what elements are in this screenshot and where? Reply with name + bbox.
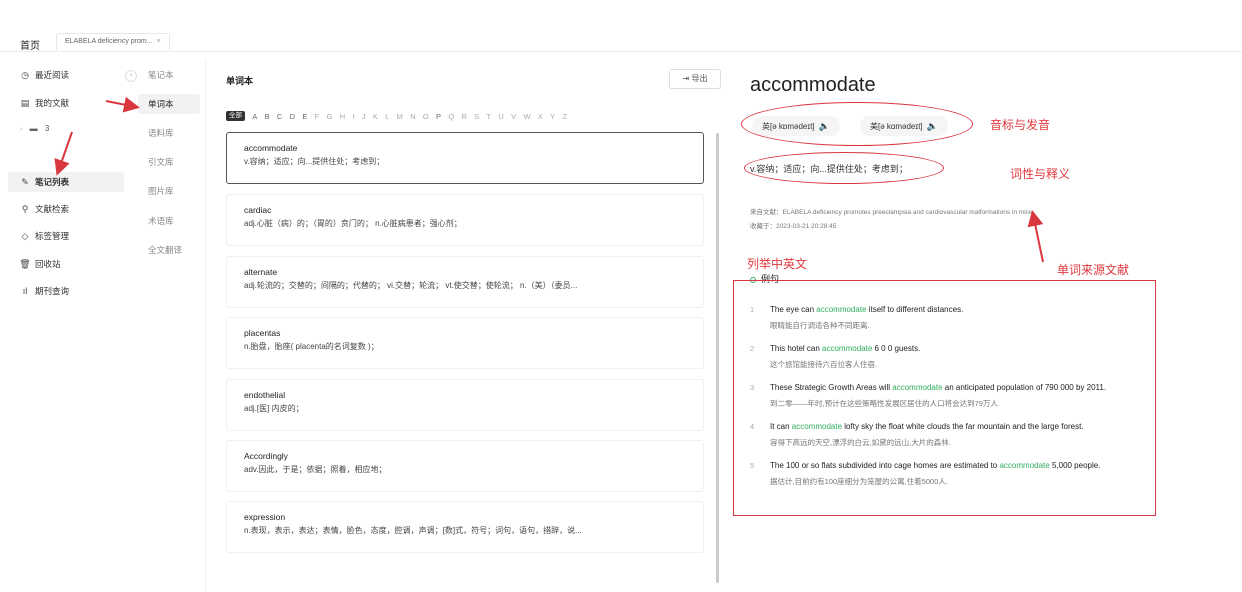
arrow-to-source — [1027, 210, 1044, 263]
arrow-to-notes — [54, 131, 73, 176]
annotation-arrows — [54, 96, 1044, 263]
arrow-to-wordbook — [105, 96, 140, 113]
app-window: 首页 ELABELA deficiency prom... × ◷ 最近阅读 ▤ 我的… — [0, 0, 1242, 592]
